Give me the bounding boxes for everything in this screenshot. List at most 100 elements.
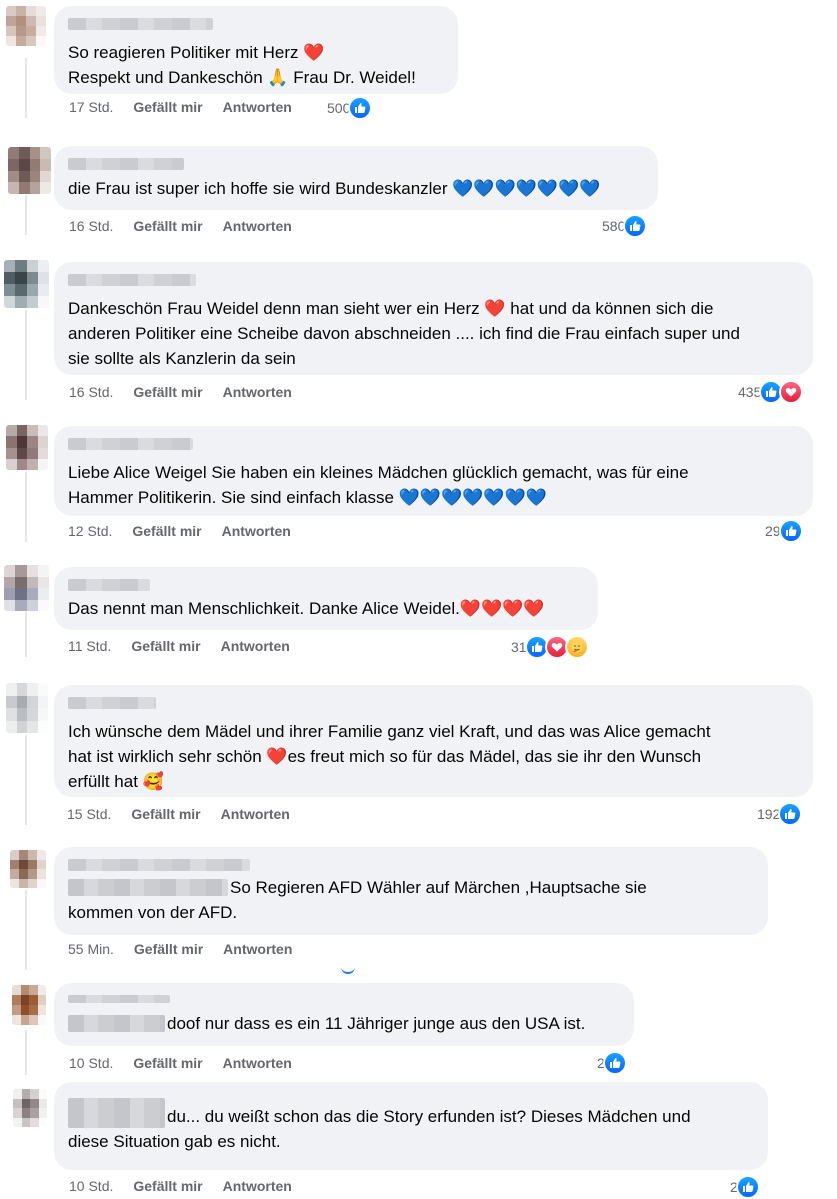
timestamp[interactable]: 10 Std. bbox=[69, 1178, 113, 1194]
reply-button[interactable]: Antworten bbox=[223, 384, 292, 400]
reply-button[interactable]: Antworten bbox=[223, 1178, 292, 1194]
comment-text: Ich wünsche dem Mädel und ihrer Familie … bbox=[68, 719, 799, 794]
comment-bubble: So Regieren AFD Wähler auf Märchen ,Haup… bbox=[54, 847, 768, 935]
comment-bubble: Dankeschön Frau Weidel denn man sieht we… bbox=[54, 262, 813, 375]
author-name-redacted[interactable] bbox=[68, 859, 250, 871]
author-name-redacted[interactable] bbox=[68, 18, 213, 30]
reactions[interactable]: 192 bbox=[757, 802, 803, 826]
like-button[interactable]: Gefällt mir bbox=[134, 941, 203, 957]
love-reaction-icon bbox=[779, 380, 804, 404]
tagged-name-redacted[interactable] bbox=[68, 879, 228, 896]
timestamp[interactable]: 17 Std. bbox=[69, 99, 113, 115]
like-reaction-icon bbox=[602, 1051, 627, 1075]
comment-line: diese Situation gab es nicht. bbox=[68, 1132, 281, 1151]
comment-line: sie sollte als Kanzlerin da sein bbox=[68, 349, 296, 368]
comment-line: anderen Politiker eine Scheibe davon abs… bbox=[68, 324, 740, 343]
reactions[interactable]: 2 bbox=[730, 1175, 760, 1199]
reply-button[interactable]: Antworten bbox=[223, 218, 292, 234]
author-name-redacted[interactable] bbox=[68, 438, 193, 450]
comment-meta: 16 Std. Gefällt mir Antworten bbox=[69, 384, 292, 400]
timestamp[interactable]: 55 Min. bbox=[68, 941, 114, 957]
comment-line: Respekt und Dankeschön 🙏 Frau Dr. Weidel… bbox=[68, 68, 416, 87]
care-reaction-icon bbox=[564, 635, 589, 659]
like-button[interactable]: Gefällt mir bbox=[133, 218, 202, 234]
thread-line bbox=[25, 735, 27, 825]
comment-line: hat ist wirklich sehr schön ❤️es freut m… bbox=[68, 747, 702, 766]
comment-bubble: Liebe Alice Weigel Sie haben ein kleines… bbox=[54, 426, 813, 516]
like-button[interactable]: Gefällt mir bbox=[133, 1178, 202, 1194]
comment-meta: 16 Std. Gefällt mir Antworten bbox=[69, 218, 292, 234]
avatar[interactable] bbox=[4, 260, 49, 308]
reactions[interactable]: 580 bbox=[602, 214, 648, 238]
comment-meta: 17 Std. Gefällt mir Antworten bbox=[69, 99, 292, 115]
like-button[interactable]: Gefällt mir bbox=[133, 99, 202, 115]
timestamp[interactable]: 16 Std. bbox=[69, 384, 113, 400]
timestamp[interactable]: 16 Std. bbox=[69, 218, 113, 234]
avatar[interactable] bbox=[12, 985, 46, 1025]
avatar[interactable] bbox=[8, 147, 51, 194]
avatar[interactable] bbox=[10, 850, 46, 888]
reactions[interactable]: 31 bbox=[511, 635, 589, 659]
comment-line: Ich wünsche dem Mädel und ihrer Familie … bbox=[68, 722, 711, 741]
thread-line bbox=[25, 1030, 27, 1075]
timestamp[interactable]: 10 Std. bbox=[69, 1055, 113, 1071]
comment-line: erfüllt hat 🥰 bbox=[68, 772, 164, 791]
author-name-redacted[interactable] bbox=[68, 579, 150, 591]
comment-line: Liebe Alice Weigel Sie haben ein kleines… bbox=[68, 463, 689, 482]
reply-button[interactable]: Antworten bbox=[223, 1055, 292, 1071]
author-name-redacted[interactable] bbox=[68, 995, 170, 1003]
timestamp[interactable]: 12 Std. bbox=[68, 523, 112, 539]
reply-button[interactable]: Antworten bbox=[221, 638, 290, 654]
like-reaction-icon bbox=[778, 802, 803, 826]
comment-line: So reagieren Politiker mit Herz ❤️ bbox=[68, 43, 325, 62]
thread-line bbox=[25, 310, 27, 400]
comment-meta: 55 Min. Gefällt mir Antworten bbox=[68, 941, 292, 957]
tagged-name-redacted[interactable] bbox=[68, 1015, 165, 1032]
reply-button[interactable]: Antworten bbox=[223, 99, 292, 115]
comment-bubble: doof nur dass es ein 11 Jähriger junge a… bbox=[54, 983, 634, 1046]
reactions[interactable]: 29 bbox=[765, 519, 803, 543]
timestamp[interactable]: 15 Std. bbox=[67, 806, 111, 822]
comment-text: die Frau ist super ich hoffe sie wird Bu… bbox=[68, 176, 644, 201]
like-button[interactable]: Gefällt mir bbox=[133, 1055, 202, 1071]
avatar[interactable] bbox=[6, 6, 46, 46]
like-reaction-icon bbox=[778, 519, 803, 543]
like-reaction-icon bbox=[348, 96, 373, 120]
reply-button[interactable]: Antworten bbox=[222, 523, 291, 539]
thread-line bbox=[25, 612, 27, 657]
timestamp[interactable]: 11 Std. bbox=[68, 638, 111, 654]
comment-meta: 15 Std. Gefällt mir Antworten bbox=[67, 806, 290, 822]
avatar[interactable] bbox=[13, 1089, 47, 1127]
tagged-name-redacted[interactable] bbox=[68, 1098, 165, 1128]
comment-meta: 10 Std. Gefällt mir Antworten bbox=[69, 1178, 292, 1194]
comment-bubble: die Frau ist super ich hoffe sie wird Bu… bbox=[54, 146, 658, 210]
avatar[interactable] bbox=[6, 425, 48, 470]
reactions[interactable]: 2 bbox=[597, 1051, 627, 1075]
reaction-count: 435 bbox=[738, 384, 762, 400]
author-name-redacted[interactable] bbox=[68, 697, 156, 709]
like-button[interactable]: Gefällt mir bbox=[132, 523, 201, 539]
comment-text: doof nur dass es ein 11 Jähriger junge a… bbox=[68, 1011, 620, 1036]
author-name-redacted[interactable] bbox=[68, 274, 196, 286]
comment-meta: 12 Std. Gefällt mir Antworten bbox=[68, 523, 291, 539]
like-button[interactable]: Gefällt mir bbox=[133, 384, 202, 400]
comment-line: doof nur dass es ein 11 Jähriger junge a… bbox=[167, 1014, 586, 1033]
like-reaction-icon bbox=[623, 214, 648, 238]
comment-meta: 10 Std. Gefällt mir Antworten bbox=[69, 1055, 292, 1071]
reactions[interactable]: 435 bbox=[738, 380, 804, 404]
reply-button[interactable]: Antworten bbox=[221, 806, 290, 822]
comment-line: du... du weißt schon das die Story erfun… bbox=[167, 1107, 691, 1126]
like-button[interactable]: Gefällt mir bbox=[131, 638, 200, 654]
comment-line: Dankeschön Frau Weidel denn man sieht we… bbox=[68, 299, 714, 318]
comment-text: So reagieren Politiker mit Herz ❤️ Respe… bbox=[68, 40, 444, 90]
reactions[interactable]: 500 bbox=[327, 96, 373, 120]
comment-line: die Frau ist super ich hoffe sie wird Bu… bbox=[68, 179, 601, 198]
author-name-redacted[interactable] bbox=[68, 158, 184, 170]
avatar[interactable] bbox=[4, 565, 49, 611]
comment-line: Das nennt man Menschlichkeit. Danke Alic… bbox=[68, 599, 545, 618]
like-button[interactable]: Gefällt mir bbox=[131, 806, 200, 822]
reply-button[interactable]: Antworten bbox=[223, 941, 292, 957]
avatar[interactable] bbox=[6, 683, 48, 733]
thread-line bbox=[25, 890, 27, 970]
thread-line bbox=[25, 472, 27, 542]
